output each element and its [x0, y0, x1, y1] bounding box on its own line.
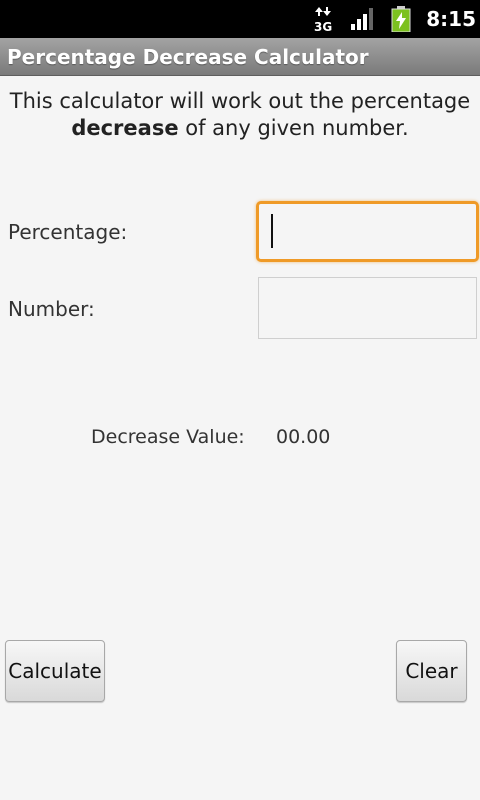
- app-screen: 3G 8:15 Percentage Decrease Calculator T…: [0, 0, 480, 800]
- number-label: Number:: [8, 297, 95, 321]
- decrease-value-label: Decrease Value:: [91, 426, 245, 448]
- intro-emphasis: decrease: [71, 116, 179, 140]
- status-bar: 3G 8:15: [0, 0, 480, 38]
- app-title: Percentage Decrease Calculator: [7, 44, 369, 69]
- battery-charging-icon: [390, 0, 412, 38]
- decrease-value-output: 00.00: [276, 426, 331, 448]
- percentage-label: Percentage:: [8, 220, 128, 244]
- intro-text: This calculator will work out the percen…: [0, 88, 480, 142]
- text-cursor: [271, 214, 273, 248]
- percentage-input[interactable]: [256, 201, 479, 262]
- network-3g-icon: 3G: [313, 0, 339, 38]
- status-time: 8:15: [426, 7, 476, 31]
- signal-strength-icon: [350, 0, 376, 38]
- number-input[interactable]: [258, 277, 477, 339]
- intro-line-2: of any given number.: [185, 116, 409, 140]
- clear-button[interactable]: Clear: [396, 640, 467, 702]
- title-bar: Percentage Decrease Calculator: [0, 38, 480, 76]
- network-type-text: 3G: [314, 20, 332, 34]
- intro-line-1: This calculator will work out the percen…: [9, 89, 471, 113]
- calculate-button[interactable]: Calculate: [5, 640, 105, 702]
